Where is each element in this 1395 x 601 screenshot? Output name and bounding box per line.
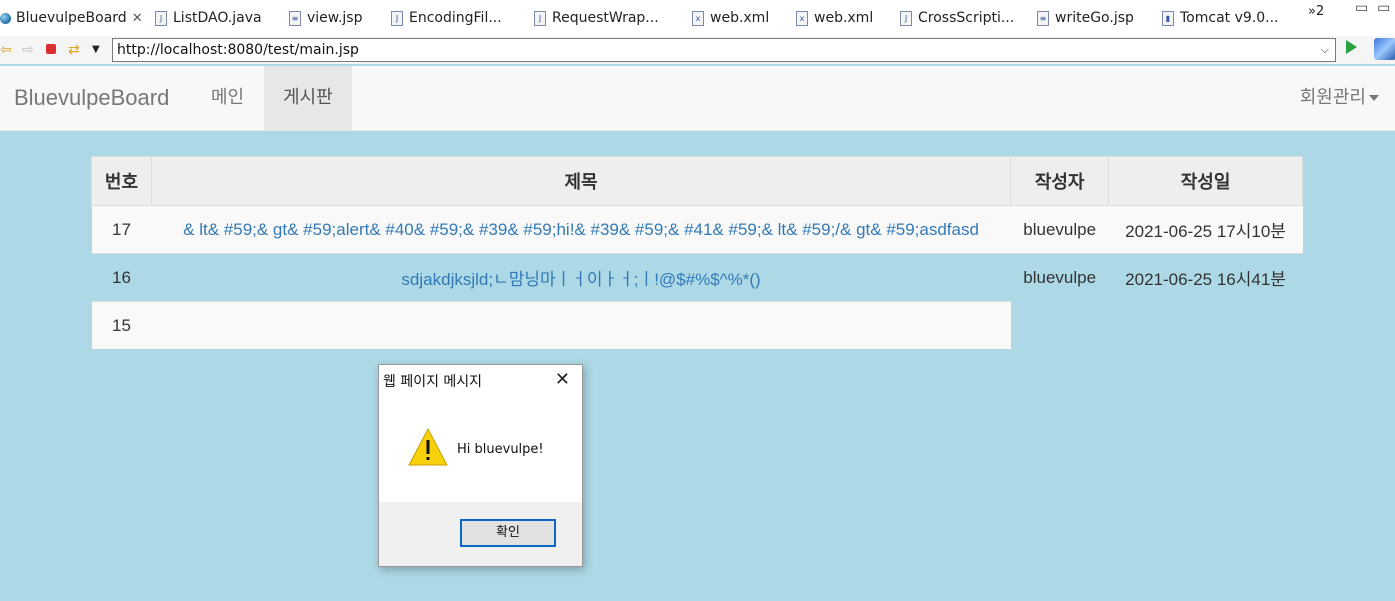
tab-label: writeGo.jsp: [1055, 10, 1134, 26]
tab-web-xml-2[interactable]: x web.xml: [796, 0, 873, 36]
nav-item-main[interactable]: 메인: [192, 66, 263, 130]
table-row: 17 & lt& #59;& gt& #59;alert& #40& #59;&…: [91, 205, 1303, 254]
board-table: 번호 제목 작성자 작성일 17 & lt& #59;& gt& #59;ale…: [91, 156, 1303, 349]
table-header-row: 번호 제목 작성자 작성일: [91, 156, 1303, 206]
java-file-icon: J: [900, 10, 912, 26]
tab-label: Tomcat v9.0...: [1180, 10, 1279, 26]
post-number: 17: [91, 205, 152, 254]
tab-requestwrapper[interactable]: J RequestWrap...: [534, 0, 659, 36]
post-date: 2021-06-25 16시41분: [1108, 253, 1303, 302]
globe-icon: [0, 12, 11, 24]
tab-bluevulpeboard[interactable]: BluevulpeBoard ✕: [0, 0, 143, 36]
minimize-icon[interactable]: ▭: [1355, 0, 1368, 16]
java-file-icon: J: [534, 10, 546, 26]
dropdown-icon[interactable]: ▼: [92, 40, 100, 60]
java-file-icon: J: [155, 10, 167, 26]
tab-overflow-button[interactable]: »2: [1308, 4, 1324, 19]
post-title-link[interactable]: & lt& #59;& gt& #59;alert& #40& #59;& #3…: [183, 220, 979, 239]
dialog-message: Hi bluevulpe!: [457, 442, 544, 457]
header-number: 번호: [91, 156, 152, 206]
header-title: 제목: [150, 156, 1012, 206]
tab-encodingfilter[interactable]: J EncodingFil...: [391, 0, 502, 36]
tab-crossscripting[interactable]: J CrossScripti...: [900, 0, 1014, 36]
navbar-brand[interactable]: BluevulpeBoard: [14, 66, 169, 130]
jsp-file-icon: ≡: [289, 10, 301, 26]
stop-icon[interactable]: [46, 44, 56, 54]
go-icon[interactable]: [1346, 40, 1357, 54]
member-dropdown-label: 회원관리: [1299, 87, 1366, 108]
dialog-footer: 확인: [379, 502, 582, 566]
url-text: http://localhost:8080/test/main.jsp: [117, 42, 359, 58]
post-title-link[interactable]: sdjakdjksjld;ㄴ맘닝마ㅣㅓ이ㅏㅓ;ㅣ!@$#%$^%*(): [401, 270, 760, 289]
header-author: 작성자: [1010, 156, 1110, 206]
post-number: 16: [91, 253, 152, 302]
tab-label: RequestWrap...: [552, 10, 659, 26]
jsp-file-icon: ≡: [1037, 10, 1049, 26]
maximize-icon[interactable]: ▭: [1377, 0, 1390, 16]
header-date: 작성일: [1108, 156, 1303, 206]
post-author: bluevulpe: [1010, 205, 1109, 254]
chevron-down-icon[interactable]: ⌵: [1321, 39, 1329, 61]
post-number: 15: [91, 301, 152, 349]
url-input[interactable]: http://localhost:8080/test/main.jsp ⌵: [112, 38, 1336, 62]
post-author: bluevulpe: [1010, 253, 1109, 302]
member-dropdown[interactable]: 회원관리: [1300, 66, 1379, 130]
tab-label: CrossScripti...: [918, 10, 1015, 26]
back-icon[interactable]: ⇦: [0, 40, 12, 60]
tab-web-xml-1[interactable]: x web.xml: [692, 0, 769, 36]
table-row: 16 sdjakdjksjld;ㄴ맘닝마ㅣㅓ이ㅏㅓ;ㅣ!@$#%$^%*() b…: [91, 253, 1303, 302]
forward-icon[interactable]: ⇨: [22, 40, 34, 60]
ok-button[interactable]: 확인: [460, 519, 556, 547]
browser-extension-icon[interactable]: [1374, 38, 1395, 60]
tab-label: web.xml: [710, 10, 770, 26]
tab-label: EncodingFil...: [409, 10, 502, 26]
tab-label: ListDAO.java: [173, 10, 262, 26]
xml-file-icon: x: [796, 10, 808, 26]
post-date: 2021-06-25 17시10분: [1108, 205, 1303, 254]
tab-tomcat[interactable]: ▮ Tomcat v9.0...: [1162, 0, 1279, 36]
caret-down-icon: [1369, 95, 1379, 101]
refresh-icon[interactable]: ⇄: [68, 40, 80, 60]
window-controls: ▭ ▭: [1355, 0, 1390, 16]
table-row: 15: [91, 301, 1303, 350]
close-icon[interactable]: ✕: [555, 369, 570, 390]
tab-writego-jsp[interactable]: ≡ writeGo.jsp: [1037, 0, 1134, 36]
post-author: [1011, 302, 1109, 350]
tab-listdao[interactable]: J ListDAO.java: [155, 0, 262, 36]
tab-label: view.jsp: [307, 10, 363, 26]
alert-dialog: 웹 페이지 메시지 ✕ Hi bluevulpe! 확인: [378, 364, 583, 567]
editor-tab-bar: BluevulpeBoard ✕ J ListDAO.java ≡ view.jsp …: [0, 0, 1395, 37]
dialog-title: 웹 페이지 메시지: [383, 374, 483, 390]
java-file-icon: J: [391, 10, 403, 26]
tab-view-jsp[interactable]: ≡ view.jsp: [289, 0, 362, 36]
close-icon[interactable]: ✕: [132, 11, 143, 26]
warning-icon: [408, 427, 448, 466]
tab-label: web.xml: [814, 10, 874, 26]
post-date: [1109, 302, 1303, 350]
tab-label: BluevulpeBoard: [16, 10, 127, 26]
site-navbar: BluevulpeBoard 메인 게시판 회원관리: [0, 66, 1395, 131]
nav-item-board[interactable]: 게시판: [264, 66, 352, 130]
server-icon: ▮: [1162, 10, 1174, 26]
xml-file-icon: x: [692, 10, 704, 26]
